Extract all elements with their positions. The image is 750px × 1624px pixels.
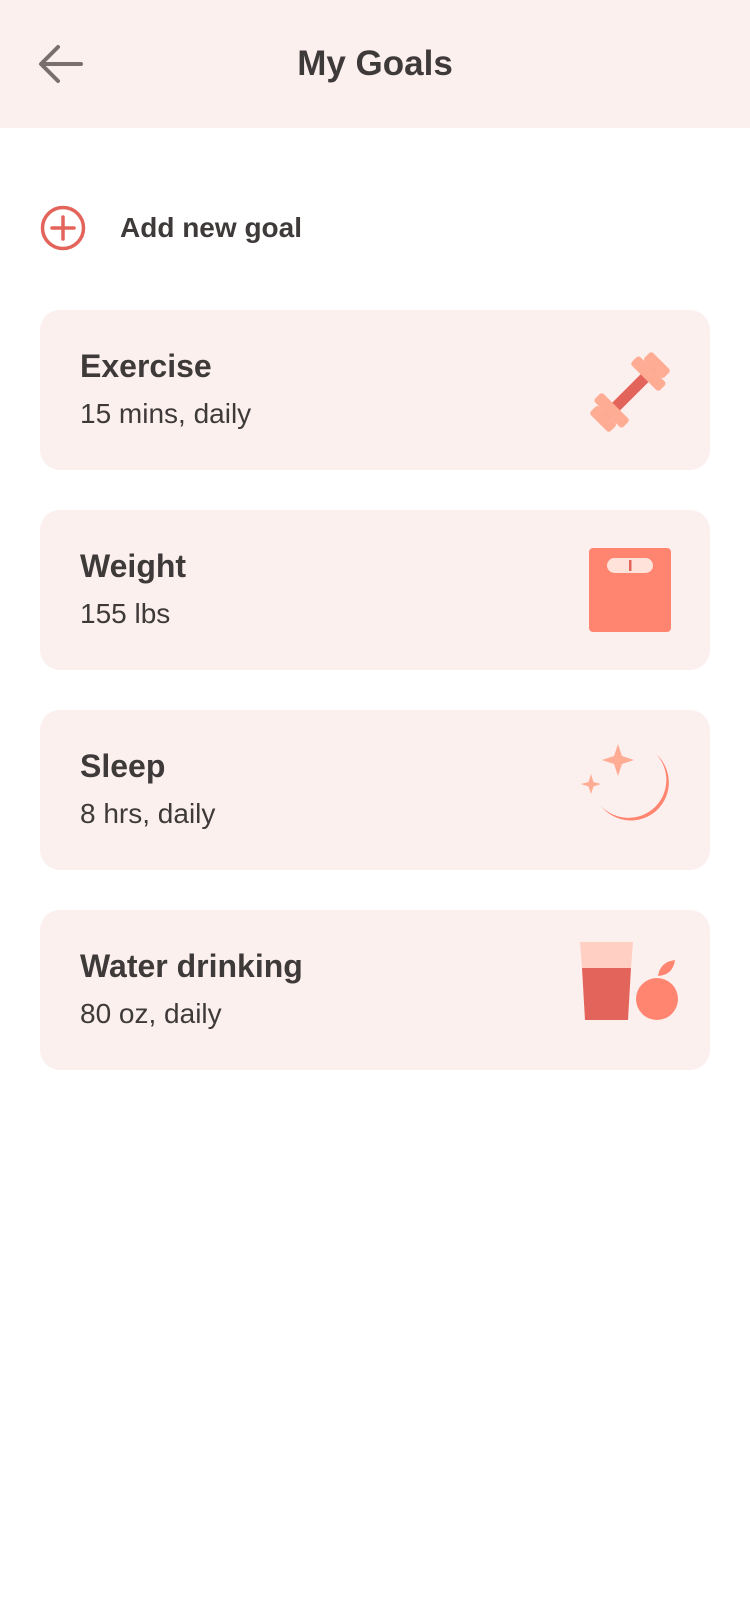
goal-target: 80 oz, daily: [80, 998, 222, 1029]
scale-icon: [589, 548, 671, 632]
add-new-goal-label: Add new goal: [120, 212, 302, 243]
goal-title: Water drinking: [80, 948, 303, 984]
dumbbell-icon: [590, 352, 670, 432]
page-title: My Goals: [297, 44, 453, 83]
glass-apple-icon: [580, 942, 678, 1020]
top-bar: My Goals: [0, 0, 750, 128]
goal-card-sleep[interactable]: Sleep 8 hrs, daily: [40, 710, 710, 870]
goal-card-water-drinking[interactable]: Water drinking 80 oz, daily: [40, 910, 710, 1070]
goal-card-exercise[interactable]: Exercise 15 mins, daily: [40, 310, 710, 470]
goal-target: 8 hrs, daily: [80, 798, 216, 829]
plus-circle-icon: [40, 205, 86, 251]
goal-target: 155 lbs: [80, 598, 171, 629]
goal-card-weight[interactable]: Weight 155 lbs: [40, 510, 710, 670]
goal-target: 15 mins, daily: [80, 398, 252, 429]
moon-stars-icon: [581, 744, 669, 821]
goal-title: Weight: [80, 548, 187, 584]
goal-title: Sleep: [80, 748, 166, 784]
add-new-goal-button[interactable]: Add new goal: [40, 204, 302, 252]
goal-title: Exercise: [80, 348, 212, 384]
